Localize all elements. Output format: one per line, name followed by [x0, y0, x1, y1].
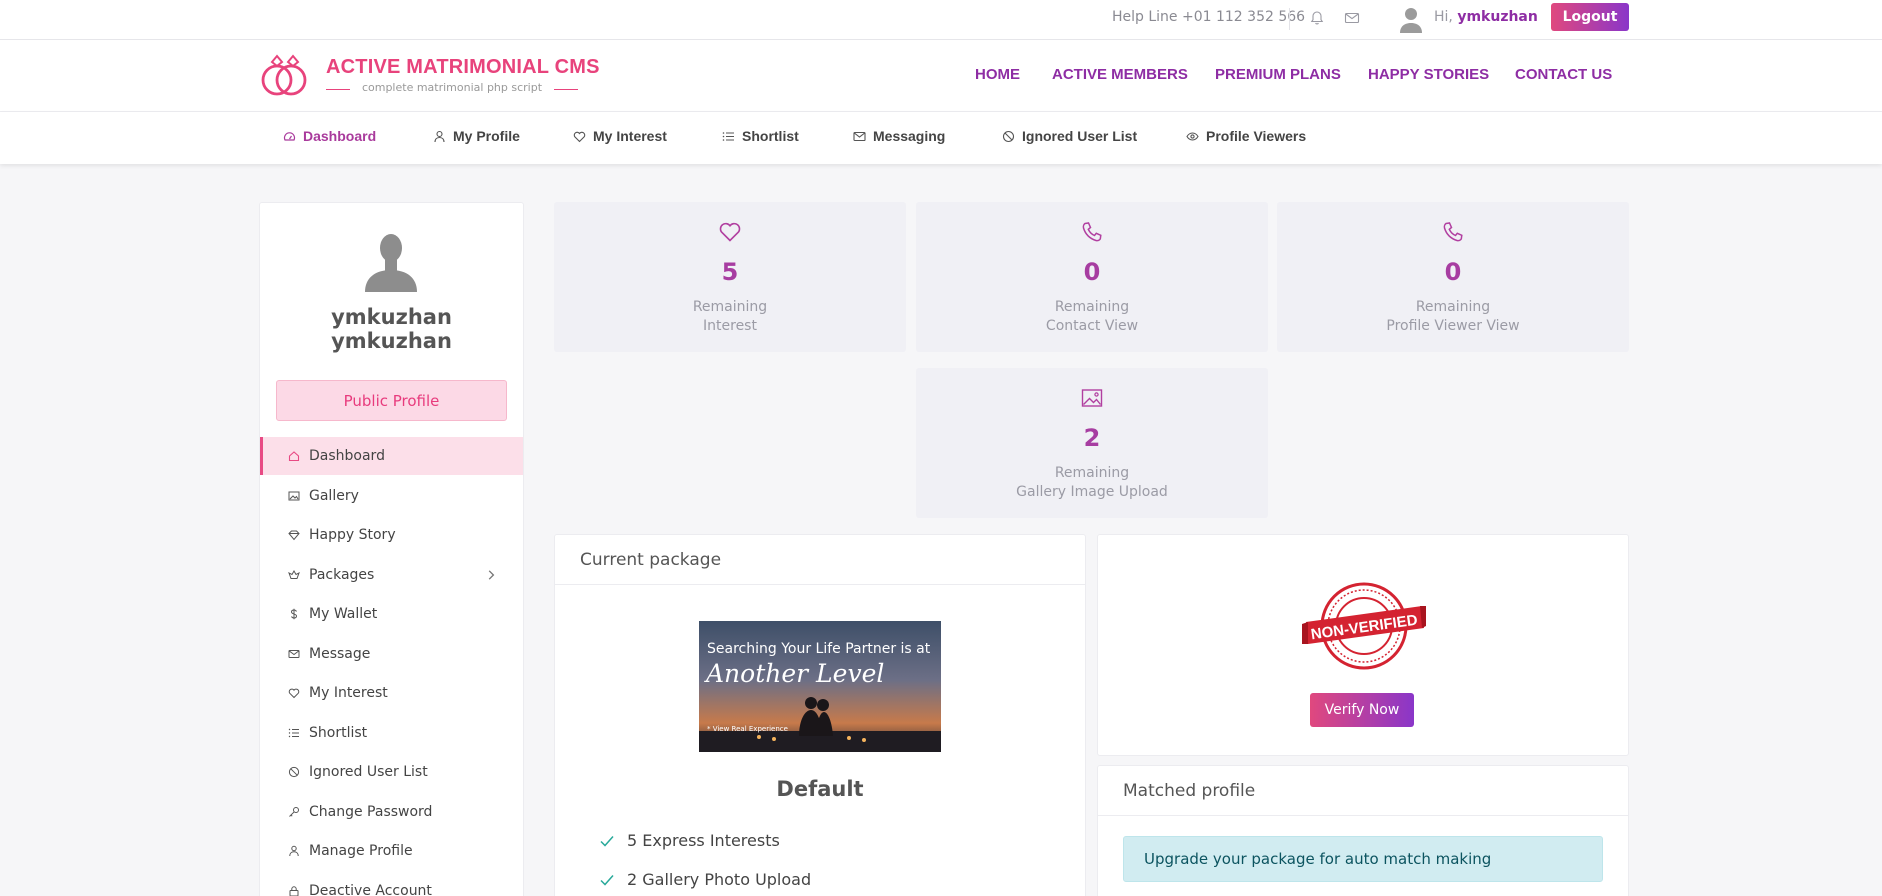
- lock-icon: [289, 886, 299, 896]
- logo-subtitle: complete matrimonial php script: [326, 81, 578, 94]
- phone-icon: [1082, 222, 1102, 242]
- key-icon: [289, 807, 299, 817]
- nav-happy-stories[interactable]: HAPPY STORIES: [1368, 66, 1489, 83]
- stat-label: Remaining Contact View: [1045, 299, 1139, 334]
- sidebar-item-manage-profile[interactable]: Manage Profile: [260, 832, 523, 870]
- subnav-my-interest[interactable]: My Interest: [573, 128, 667, 144]
- banner-caption: * View Real Experience: [707, 725, 788, 733]
- check-icon: [600, 835, 614, 847]
- image-icon: [1081, 389, 1103, 407]
- sidebar-item-change-password[interactable]: Change Password: [260, 793, 523, 831]
- avatar[interactable]: [1398, 5, 1424, 33]
- list-icon: [288, 728, 299, 738]
- profile-avatar: [365, 234, 417, 292]
- nav-premium-plans[interactable]: PREMIUM PLANS: [1215, 66, 1341, 83]
- stat-label: Remaining Interest: [692, 299, 768, 334]
- ban-icon: [1002, 130, 1015, 142]
- nav-home[interactable]: HOME: [975, 66, 1020, 83]
- subnav-my-profile[interactable]: My Profile: [433, 128, 520, 144]
- sidebar-item-deactive-account[interactable]: Deactive Account: [260, 872, 523, 896]
- user-icon: [434, 130, 445, 142]
- mail-icon: [288, 650, 300, 658]
- subnav-messaging[interactable]: Messaging: [853, 128, 945, 144]
- stat-value: 0: [1083, 258, 1101, 286]
- non-verified-stamp: NON-VERIFIED: [1302, 582, 1426, 670]
- sidebar-item-my-wallet[interactable]: My Wallet: [260, 595, 523, 633]
- stat-card-interest: 5 Remaining Interest: [554, 202, 906, 352]
- stat-card-gallery-upload: 2 Remaining Gallery Image Upload: [916, 368, 1268, 518]
- diamond-icon: [288, 530, 300, 541]
- heart-icon: [719, 222, 741, 242]
- stat-card-contact-view: 0 Remaining Contact View: [916, 202, 1268, 352]
- ban-icon: [288, 766, 300, 778]
- rings-logo-icon[interactable]: [258, 52, 312, 98]
- user-icon: [289, 845, 299, 857]
- nav-contact-us[interactable]: CONTACT US: [1515, 66, 1612, 83]
- stat-value: 2: [1083, 424, 1101, 452]
- current-package-heading: Current package: [555, 535, 1085, 585]
- dashboard-icon: [283, 131, 296, 141]
- heart-icon: [573, 131, 586, 142]
- package-icon: [288, 569, 300, 579]
- divider: [1289, 8, 1290, 30]
- matched-profile-heading: Matched profile: [1098, 766, 1628, 816]
- subnav-ignored-user-list[interactable]: Ignored User List: [1002, 128, 1137, 144]
- stat-label: Remaining Gallery Image Upload: [1016, 465, 1168, 500]
- package-name: Default: [776, 777, 864, 801]
- sidebar-item-message[interactable]: Message: [260, 635, 523, 673]
- heart-icon: [288, 688, 300, 699]
- package-feature: 5 Express Interests: [600, 831, 780, 850]
- chevron-right-icon: [488, 570, 495, 580]
- banner-headline: Another Level: [706, 659, 885, 688]
- sidebar-item-gallery[interactable]: Gallery: [260, 477, 523, 515]
- logo-title[interactable]: ACTIVE MATRIMONIAL CMS: [326, 56, 600, 79]
- subnav-shortlist[interactable]: Shortlist: [722, 128, 799, 144]
- subnav-profile-viewers[interactable]: Profile Viewers: [1186, 128, 1306, 144]
- sidebar-item-shortlist[interactable]: Shortlist: [260, 714, 523, 752]
- list-icon: [722, 131, 734, 141]
- package-banner-image: Searching Your Life Partner is at Anothe…: [699, 621, 941, 752]
- stat-value: 0: [1444, 258, 1462, 286]
- banner-tagline: Searching Your Life Partner is at: [707, 641, 931, 657]
- home-icon: [288, 451, 300, 462]
- sidebar-item-packages[interactable]: Packages: [260, 556, 523, 594]
- public-profile-button[interactable]: Public Profile: [276, 380, 507, 421]
- verify-now-button[interactable]: Verify Now: [1310, 693, 1414, 727]
- eye-icon: [1186, 131, 1199, 141]
- sidebar-item-my-interest[interactable]: My Interest: [260, 674, 523, 712]
- stat-value: 5: [721, 258, 739, 286]
- dollar-icon: [290, 608, 298, 620]
- bell-icon[interactable]: [1308, 9, 1326, 27]
- package-feature: 2 Gallery Photo Upload: [600, 870, 811, 889]
- check-icon: [600, 874, 614, 886]
- couple-silhouette: [699, 697, 941, 752]
- logout-button[interactable]: Logout: [1551, 3, 1629, 31]
- user-greeting: Hi, ymkuzhan: [1434, 9, 1538, 25]
- helpline-text: Help Line +01 112 352 566: [1112, 9, 1306, 25]
- sidebar-item-ignored-user-list[interactable]: Ignored User List: [260, 753, 523, 791]
- mail-icon[interactable]: [1343, 9, 1361, 27]
- subnav-dashboard[interactable]: Dashboard: [283, 128, 376, 144]
- mail-icon: [853, 131, 866, 141]
- upgrade-alert: Upgrade your package for auto match maki…: [1123, 836, 1603, 882]
- stat-card-profile-viewer: 0 Remaining Profile Viewer View: [1277, 202, 1629, 352]
- sidebar-item-dashboard[interactable]: Dashboard: [260, 437, 523, 475]
- sidebar-item-happy-story[interactable]: Happy Story: [260, 516, 523, 554]
- username[interactable]: ymkuzhan: [1457, 9, 1538, 25]
- phone-icon: [1443, 222, 1463, 242]
- nav-active-members[interactable]: ACTIVE MEMBERS: [1052, 66, 1188, 83]
- stat-label: Remaining Profile Viewer View: [1386, 299, 1520, 334]
- profile-name: ymkuzhan ymkuzhan: [331, 305, 452, 353]
- image-icon: [288, 491, 300, 501]
